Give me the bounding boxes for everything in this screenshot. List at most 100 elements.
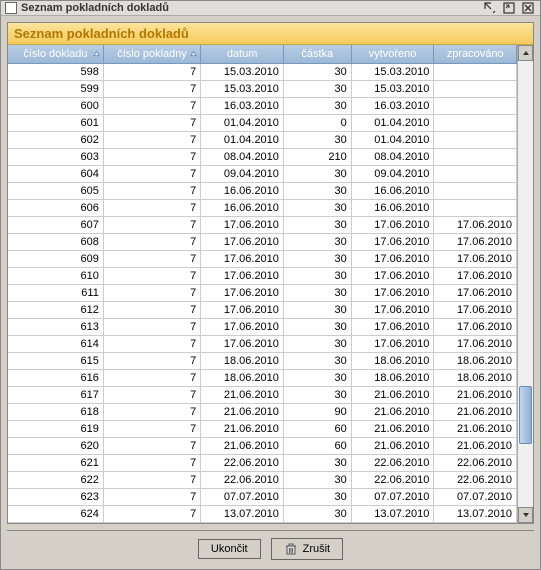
- col-date[interactable]: datum: [201, 45, 284, 63]
- scroll-down-button[interactable]: [518, 507, 533, 523]
- cell-created: 08.04.2010: [351, 148, 434, 165]
- col-processed[interactable]: zpracováno: [434, 45, 517, 63]
- cell-processed: 17.06.2010: [434, 318, 517, 335]
- cell-created: 16.06.2010: [351, 199, 434, 216]
- table-row[interactable]: 601701.04.2010001.04.2010: [8, 114, 517, 131]
- cell-amount: 30: [283, 97, 351, 114]
- cell-processed: 13.07.2010: [434, 505, 517, 522]
- col-doc-no[interactable]: číslo dokladu: [8, 45, 103, 63]
- sort-asc-icon: [93, 50, 100, 57]
- cell-amount: 30: [283, 284, 351, 301]
- cell-doc_no: 598: [8, 63, 103, 80]
- cell-cash_no: 7: [103, 369, 200, 386]
- table-row[interactable]: 614717.06.20103017.06.201017.06.2010: [8, 335, 517, 352]
- cell-created: 22.06.2010: [351, 454, 434, 471]
- cell-date: 01.04.2010: [201, 114, 284, 131]
- content-area: Seznam pokladních dokladů číslo dokladu …: [1, 16, 540, 570]
- table-row[interactable]: 603708.04.201021008.04.2010: [8, 148, 517, 165]
- cell-cash_no: 7: [103, 80, 200, 97]
- document-table: číslo dokladu číslo pokladny datum částk…: [8, 45, 517, 523]
- table-row[interactable]: 605716.06.20103016.06.2010: [8, 182, 517, 199]
- table-row[interactable]: 612717.06.20103017.06.201017.06.2010: [8, 301, 517, 318]
- table-row[interactable]: 624713.07.20103013.07.201013.07.2010: [8, 505, 517, 522]
- table-row[interactable]: 611717.06.20103017.06.201017.06.2010: [8, 284, 517, 301]
- cell-processed: 18.06.2010: [434, 352, 517, 369]
- cell-date: 16.03.2010: [201, 97, 284, 114]
- cell-amount: 30: [283, 454, 351, 471]
- cell-processed: [434, 165, 517, 182]
- cell-date: 18.06.2010: [201, 369, 284, 386]
- table-row[interactable]: 610717.06.20103017.06.201017.06.2010: [8, 267, 517, 284]
- table-row[interactable]: 623707.07.20103007.07.201007.07.2010: [8, 488, 517, 505]
- cell-date: 01.04.2010: [201, 131, 284, 148]
- scroll-up-button[interactable]: [518, 45, 533, 61]
- cell-amount: 30: [283, 63, 351, 80]
- cell-doc_no: 599: [8, 80, 103, 97]
- cell-cash_no: 7: [103, 97, 200, 114]
- cell-cash_no: 7: [103, 505, 200, 522]
- table-row[interactable]: 618721.06.20109021.06.201021.06.2010: [8, 403, 517, 420]
- cell-date: 21.06.2010: [201, 386, 284, 403]
- cell-amount: 30: [283, 301, 351, 318]
- cell-date: 17.06.2010: [201, 335, 284, 352]
- cell-doc_no: 611: [8, 284, 103, 301]
- cell-date: 08.04.2010: [201, 148, 284, 165]
- cell-cash_no: 7: [103, 335, 200, 352]
- table-row[interactable]: 604709.04.20103009.04.2010: [8, 165, 517, 182]
- maximize-button[interactable]: [501, 1, 517, 15]
- close-button[interactable]: Ukončit: [198, 539, 261, 559]
- cell-processed: [434, 199, 517, 216]
- table-row[interactable]: 599715.03.20103015.03.2010: [8, 80, 517, 97]
- cell-cash_no: 7: [103, 386, 200, 403]
- scroll-thumb[interactable]: [519, 386, 532, 444]
- table-row[interactable]: 615718.06.20103018.06.201018.06.2010: [8, 352, 517, 369]
- table-row[interactable]: 602701.04.20103001.04.2010: [8, 131, 517, 148]
- cell-date: 15.03.2010: [201, 63, 284, 80]
- col-amount[interactable]: částka: [283, 45, 351, 63]
- cell-date: 09.04.2010: [201, 165, 284, 182]
- col-cash-no[interactable]: číslo pokladny: [103, 45, 200, 63]
- table-row[interactable]: 598715.03.20103015.03.2010: [8, 63, 517, 80]
- table-row[interactable]: 616718.06.20103018.06.201018.06.2010: [8, 369, 517, 386]
- panel-title: Seznam pokladních dokladů: [8, 23, 533, 45]
- close-label: Ukončit: [211, 543, 248, 555]
- cell-date: 21.06.2010: [201, 437, 284, 454]
- cell-date: 22.06.2010: [201, 471, 284, 488]
- close-icon: [522, 2, 534, 14]
- table-row[interactable]: 620721.06.20106021.06.201021.06.2010: [8, 437, 517, 454]
- table-row[interactable]: 617721.06.20103021.06.201021.06.2010: [8, 386, 517, 403]
- cell-doc_no: 624: [8, 505, 103, 522]
- col-created[interactable]: vytvořeno: [351, 45, 434, 63]
- table-row[interactable]: 622722.06.20103022.06.201022.06.2010: [8, 471, 517, 488]
- cell-processed: 21.06.2010: [434, 386, 517, 403]
- list-panel: Seznam pokladních dokladů číslo dokladu …: [7, 22, 534, 524]
- table-row[interactable]: 607717.06.20103017.06.201017.06.2010: [8, 216, 517, 233]
- cell-amount: 30: [283, 182, 351, 199]
- cell-processed: 17.06.2010: [434, 216, 517, 233]
- close-button[interactable]: [520, 1, 536, 15]
- table-row[interactable]: 606716.06.20103016.06.2010: [8, 199, 517, 216]
- table-row[interactable]: 609717.06.20103017.06.201017.06.2010: [8, 250, 517, 267]
- cell-processed: 21.06.2010: [434, 403, 517, 420]
- cell-processed: [434, 182, 517, 199]
- vertical-scrollbar[interactable]: [517, 45, 533, 523]
- table-row[interactable]: 600716.03.20103016.03.2010: [8, 97, 517, 114]
- table-row[interactable]: 621722.06.20103022.06.201022.06.2010: [8, 454, 517, 471]
- cell-doc_no: 604: [8, 165, 103, 182]
- cell-doc_no: 617: [8, 386, 103, 403]
- scroll-track[interactable]: [518, 61, 533, 507]
- cell-cash_no: 7: [103, 199, 200, 216]
- cell-amount: 30: [283, 131, 351, 148]
- table-row[interactable]: 619721.06.20106021.06.201021.06.2010: [8, 420, 517, 437]
- cell-date: 17.06.2010: [201, 250, 284, 267]
- table-row[interactable]: 608717.06.20103017.06.201017.06.2010: [8, 233, 517, 250]
- titlebar: Seznam pokladních dokladů: [1, 1, 540, 16]
- cell-date: 13.07.2010: [201, 505, 284, 522]
- cell-processed: 07.07.2010: [434, 488, 517, 505]
- cell-processed: 18.06.2010: [434, 369, 517, 386]
- minimize-button[interactable]: [482, 1, 498, 15]
- window-frame: Seznam pokladních dokladů Seznam pokladn…: [0, 0, 541, 570]
- table-row[interactable]: 613717.06.20103017.06.201017.06.2010: [8, 318, 517, 335]
- cancel-button[interactable]: Zrušit: [271, 538, 344, 560]
- cell-created: 17.06.2010: [351, 284, 434, 301]
